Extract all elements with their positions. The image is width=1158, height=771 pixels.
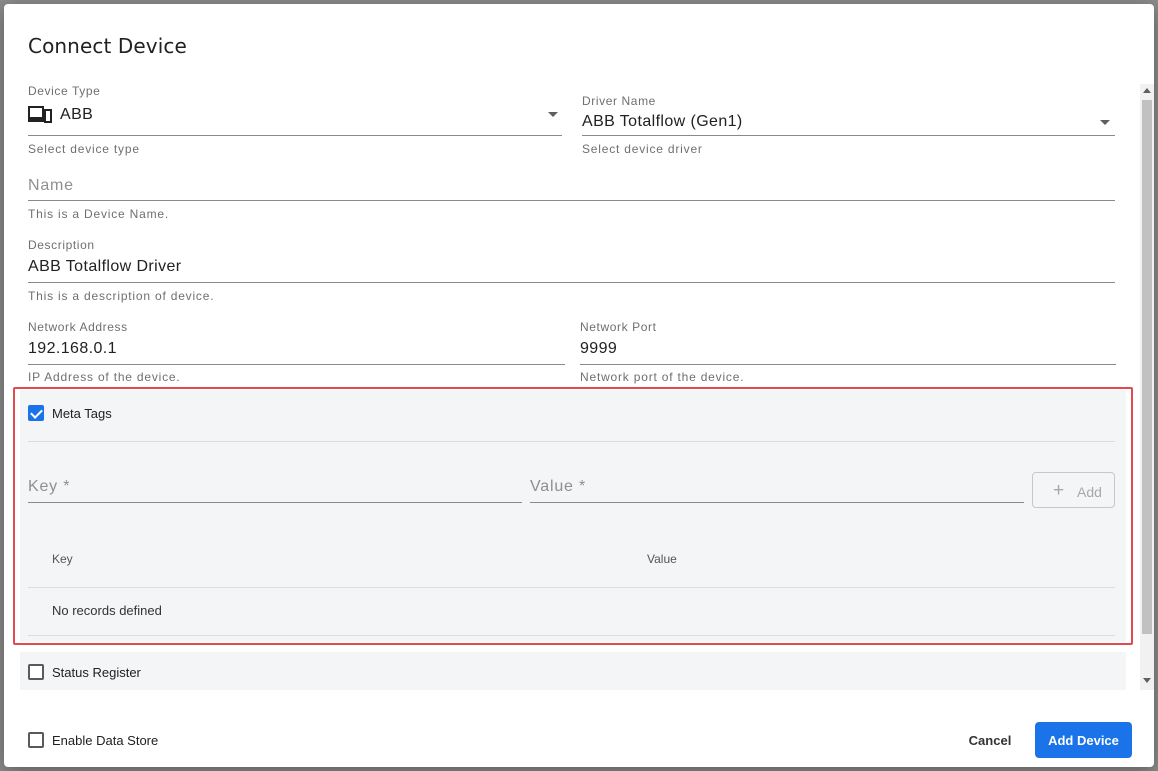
scroll-up-arrow-icon[interactable] <box>1143 88 1151 93</box>
scroll-down-arrow-icon[interactable] <box>1143 678 1151 683</box>
cancel-button[interactable]: Cancel <box>958 722 1022 758</box>
description-hint: This is a description of device. <box>28 289 215 303</box>
network-address-label: Network Address <box>28 320 128 334</box>
network-port-input[interactable]: Network Port 9999 <box>580 320 1116 365</box>
scrollbar-thumb[interactable] <box>1142 100 1152 634</box>
name-input[interactable]: Name <box>28 172 1115 201</box>
status-register-checkbox[interactable] <box>28 664 44 680</box>
driver-name-value: ABB Totalflow (Gen1) <box>582 113 743 130</box>
network-port-value: 9999 <box>580 340 618 357</box>
description-label: Description <box>28 238 95 252</box>
enable-data-store-label: Enable Data Store <box>52 733 159 748</box>
description-input[interactable]: Description ABB Totalflow Driver <box>28 238 1115 283</box>
meta-tags-highlight-frame <box>13 387 1133 645</box>
driver-name-hint: Select device driver <box>582 142 703 156</box>
device-type-value: ABB <box>60 106 94 123</box>
description-value: ABB Totalflow Driver <box>28 258 182 275</box>
driver-name-label: Driver Name <box>582 94 656 108</box>
dialog-title: Connect Device <box>28 34 187 58</box>
name-hint: This is a Device Name. <box>28 207 169 221</box>
add-device-button[interactable]: Add Device <box>1035 722 1132 758</box>
network-port-label: Network Port <box>580 320 657 334</box>
enable-data-store-checkbox[interactable] <box>28 732 44 748</box>
network-address-input[interactable]: Network Address 192.168.0.1 <box>28 320 565 365</box>
status-register-label: Status Register <box>52 665 141 680</box>
network-port-hint: Network port of the device. <box>580 370 745 384</box>
network-address-hint: IP Address of the device. <box>28 370 181 384</box>
device-type-label: Device Type <box>28 84 101 98</box>
driver-name-select[interactable]: Driver Name ABB Totalflow (Gen1) <box>582 92 1115 136</box>
status-register-section <box>20 652 1126 690</box>
chevron-down-icon <box>548 112 558 117</box>
chevron-down-icon <box>1100 120 1110 125</box>
device-type-select[interactable]: Device Type ABB <box>28 82 562 136</box>
name-placeholder: Name <box>28 177 74 194</box>
device-type-hint: Select device type <box>28 142 140 156</box>
network-address-value: 192.168.0.1 <box>28 340 117 357</box>
devices-icon <box>28 106 52 124</box>
connect-device-dialog: Connect Device Device Type ABB Select de… <box>4 4 1154 767</box>
